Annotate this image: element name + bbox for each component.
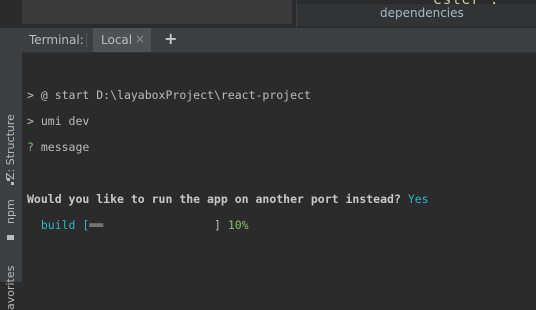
progress-end: ] [213, 218, 228, 232]
editor-top-strip: dependencies "ester": [0, 0, 536, 30]
code-peek-text: "ester": [424, 0, 500, 8]
add-tab-icon[interactable]: + [164, 29, 177, 48]
terminal-line: build [══ ] 10% [27, 218, 249, 232]
command-text: @ start D:\layaboxProject\react-project [40, 88, 311, 102]
npm-icon [7, 235, 14, 240]
terminal-line: Would you like to run the app on another… [27, 192, 429, 206]
question-marker: ? [27, 140, 41, 154]
terminal-output[interactable]: > @ start D:\layaboxProject\react-projec… [22, 53, 536, 282]
build-label: build [ [27, 218, 90, 232]
tab-local-label[interactable]: Local [101, 33, 132, 47]
terminal-title: Terminal: [29, 33, 84, 47]
prompt-marker: > [27, 88, 41, 102]
port-question: Would you like to run the app on another… [27, 192, 408, 206]
favorites-tool-label[interactable]: avorites [4, 266, 17, 310]
editor-scroll-area[interactable] [22, 0, 292, 24]
dependencies-label[interactable]: dependencies [380, 6, 464, 20]
prompt-marker: > [27, 114, 41, 128]
tab-separator [86, 33, 87, 47]
terminal-line: > @ start D:\layaboxProject\react-projec… [27, 88, 311, 102]
terminal-tab-bar: Terminal: Local × + [22, 28, 536, 53]
structure-icon [7, 178, 14, 185]
build-percent: 10% [227, 218, 249, 232]
terminal-line: > umi dev [27, 114, 89, 128]
port-answer: Yes [407, 192, 429, 206]
message-text: message [40, 140, 90, 154]
progress-spacer [103, 218, 214, 232]
close-icon[interactable]: × [135, 32, 145, 46]
build-progress-bar: ══ [89, 218, 104, 232]
command-text: umi dev [40, 114, 90, 128]
left-tool-strip: Z: Structure npm avorites [0, 28, 23, 310]
tab-local[interactable]: Local × [93, 28, 151, 52]
npm-tool-label[interactable]: npm [4, 199, 17, 224]
structure-tool-label[interactable]: Z: Structure [4, 114, 17, 180]
terminal-line: ? message [27, 140, 89, 154]
